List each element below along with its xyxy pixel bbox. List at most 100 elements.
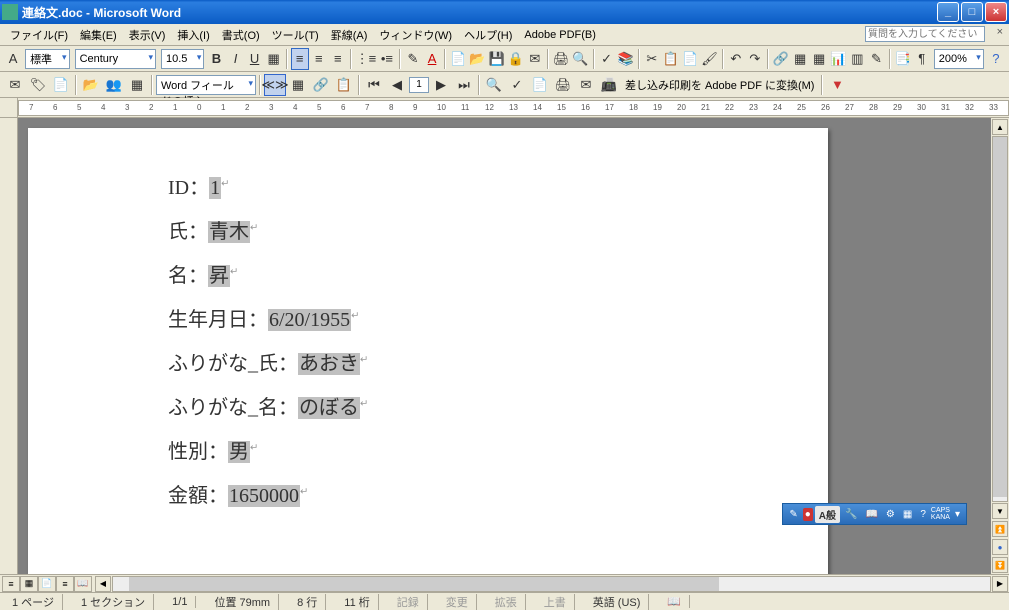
document-line[interactable]: ふりがな_氏：あおき↵ — [168, 344, 788, 384]
mail-button[interactable]: ✉ — [526, 48, 544, 70]
ime-pen-icon[interactable]: ✎ — [786, 508, 800, 521]
copy-button[interactable]: 📋 — [662, 48, 680, 70]
ime-tool-1-icon[interactable]: 🔧 — [842, 508, 860, 521]
status-language[interactable]: 英語 (US) — [585, 594, 650, 610]
menu-help[interactable]: ヘルプ(H) — [458, 25, 518, 45]
merge-pdf-label[interactable]: 差し込み印刷を Adobe PDF に変換(M) — [621, 77, 818, 93]
merge-field-value[interactable]: 1650000 — [228, 485, 300, 507]
menu-insert[interactable]: 挿入(I) — [171, 25, 215, 45]
menu-view[interactable]: 表示(V) — [123, 25, 172, 45]
vertical-scrollbar-thumb[interactable] — [993, 137, 1007, 497]
menu-adobe[interactable]: Adobe PDF(B) — [518, 27, 602, 43]
excel-button[interactable]: 📊 — [829, 48, 847, 70]
docmap-button[interactable]: 📑 — [894, 48, 912, 70]
border-button[interactable]: ▦ — [265, 48, 283, 70]
drawing-button[interactable]: ✎ — [867, 48, 885, 70]
font-combo[interactable]: Century — [75, 49, 156, 69]
propagate-labels-button[interactable]: 📋 — [333, 74, 355, 96]
scroll-right-button[interactable]: ▶ — [992, 576, 1008, 592]
merge-field-value[interactable]: 昇 — [208, 265, 230, 287]
next-record-button[interactable]: ▶ — [430, 74, 452, 96]
styles-button[interactable]: A — [4, 48, 22, 70]
insert-table-button[interactable]: ▦ — [810, 48, 828, 70]
highlight-button[interactable]: ✎ — [404, 48, 422, 70]
horizontal-ruler[interactable]: 7654321012345678910111213141516171819202… — [18, 100, 1009, 116]
align-center-button[interactable]: ≡ — [310, 48, 328, 70]
reading-view-button[interactable]: 📖 — [74, 576, 92, 592]
merge-field-value[interactable]: 6/20/1955 — [268, 309, 351, 331]
merge-printer-button[interactable]: 🖨 — [552, 74, 574, 96]
numbered-list-button[interactable]: ⋮≡ — [355, 48, 377, 70]
menu-edit[interactable]: 編集(E) — [74, 25, 123, 45]
hyperlink-button[interactable]: 🔗 — [772, 48, 790, 70]
align-right-button[interactable]: ≡ — [329, 48, 347, 70]
scroll-up-button[interactable]: ▲ — [992, 119, 1008, 135]
status-track-changes[interactable]: 変更 — [438, 594, 477, 610]
merge-fax-button[interactable]: 📠 — [598, 74, 620, 96]
merge-field-value[interactable]: 男 — [228, 441, 250, 463]
underline-button[interactable]: U — [246, 48, 264, 70]
pdf-button[interactable]: ▼ — [826, 74, 848, 96]
zoom-combo[interactable]: 200% — [934, 49, 984, 69]
document-line[interactable]: 生年月日：6/20/1955↵ — [168, 300, 788, 340]
ime-tool-3-icon[interactable]: ⚙ — [883, 508, 898, 521]
spellcheck-button[interactable]: ✓ — [598, 48, 616, 70]
redo-button[interactable]: ↷ — [746, 48, 764, 70]
permission-button[interactable]: 🔒 — [507, 48, 525, 70]
ime-dropdown-icon[interactable]: ▾ — [952, 508, 963, 521]
vertical-ruler[interactable] — [0, 118, 18, 574]
normal-view-button[interactable]: ≡ — [2, 576, 20, 592]
next-page-button[interactable]: ⏬ — [992, 557, 1008, 573]
help-search-input[interactable] — [865, 26, 985, 42]
ime-tool-2-icon[interactable]: 📖 — [862, 508, 880, 521]
help-button[interactable]: ? — [987, 48, 1005, 70]
document-line[interactable]: ふりがな_名：のぼる↵ — [168, 388, 788, 428]
vertical-scrollbar-track[interactable] — [992, 136, 1008, 502]
document-line[interactable]: 性別：男↵ — [168, 432, 788, 472]
status-spellcheck-icon[interactable]: 📖 — [659, 595, 690, 608]
status-overtype[interactable]: 上書 — [536, 594, 575, 610]
close-button[interactable]: × — [985, 2, 1007, 22]
font-size-combo[interactable]: 10.5 — [161, 49, 204, 69]
merge-field-value[interactable]: のぼる — [298, 397, 360, 419]
ime-tool-5-icon[interactable]: ? — [917, 508, 929, 521]
highlight-fields-button[interactable]: ▦ — [287, 74, 309, 96]
document-line[interactable]: 氏：青木↵ — [168, 212, 788, 252]
open-datasource-button[interactable]: 📂 — [80, 74, 102, 96]
ime-mode-button[interactable]: A般 — [815, 506, 840, 523]
document-line[interactable]: ID：1↵ — [168, 168, 788, 208]
recipients-button[interactable]: 👥 — [103, 74, 125, 96]
ime-toolbar[interactable]: ✎ ● A般 🔧 📖 ⚙ ▦ ? CAPS KANA ▾ — [782, 503, 967, 525]
align-justify-button[interactable]: ≡ — [291, 48, 309, 70]
minimize-button[interactable]: _ — [937, 2, 959, 22]
label-button[interactable]: 🏷 — [27, 74, 49, 96]
bullet-list-button[interactable]: •≡ — [378, 48, 396, 70]
merge-email-button[interactable]: ✉ — [575, 74, 597, 96]
horizontal-scrollbar-thumb[interactable] — [129, 577, 719, 591]
menu-file[interactable]: ファイル(F) — [4, 25, 74, 45]
merge-newdoc-button[interactable]: 📄 — [529, 74, 551, 96]
match-fields-button[interactable]: 🔗 — [310, 74, 332, 96]
check-errors-button[interactable]: ✓ — [506, 74, 528, 96]
bold-button[interactable]: B — [207, 48, 225, 70]
record-number-input[interactable] — [409, 77, 429, 93]
print-button[interactable]: 🖨 — [552, 48, 571, 70]
status-extend[interactable]: 拡張 — [487, 594, 526, 610]
merge-field-value[interactable]: 1 — [209, 177, 221, 199]
find-entry-button[interactable]: 🔍 — [483, 74, 505, 96]
first-record-button[interactable]: ⏮ — [363, 74, 385, 96]
maximize-button[interactable]: □ — [961, 2, 983, 22]
ime-tool-4-icon[interactable]: ▦ — [900, 508, 915, 521]
showhide-button[interactable]: ¶ — [913, 48, 931, 70]
envelope-button[interactable]: ✉ — [4, 74, 26, 96]
document-body[interactable]: ID：1↵氏：青木↵名：昇↵生年月日：6/20/1955↵ふりがな_氏：あおき↵… — [168, 168, 788, 516]
cut-button[interactable]: ✂ — [643, 48, 661, 70]
menubar-close-icon[interactable]: × — [997, 26, 1003, 38]
address-block-button[interactable]: ▦ — [126, 74, 148, 96]
style-combo[interactable]: 標準 — [25, 49, 70, 69]
format-painter-button[interactable]: 🖌 — [700, 48, 719, 70]
merge-field-value[interactable]: あおき — [298, 353, 360, 375]
scroll-left-button[interactable]: ◀ — [95, 576, 111, 592]
outline-view-button[interactable]: ≡ — [56, 576, 74, 592]
horizontal-scrollbar-track[interactable] — [112, 576, 991, 592]
